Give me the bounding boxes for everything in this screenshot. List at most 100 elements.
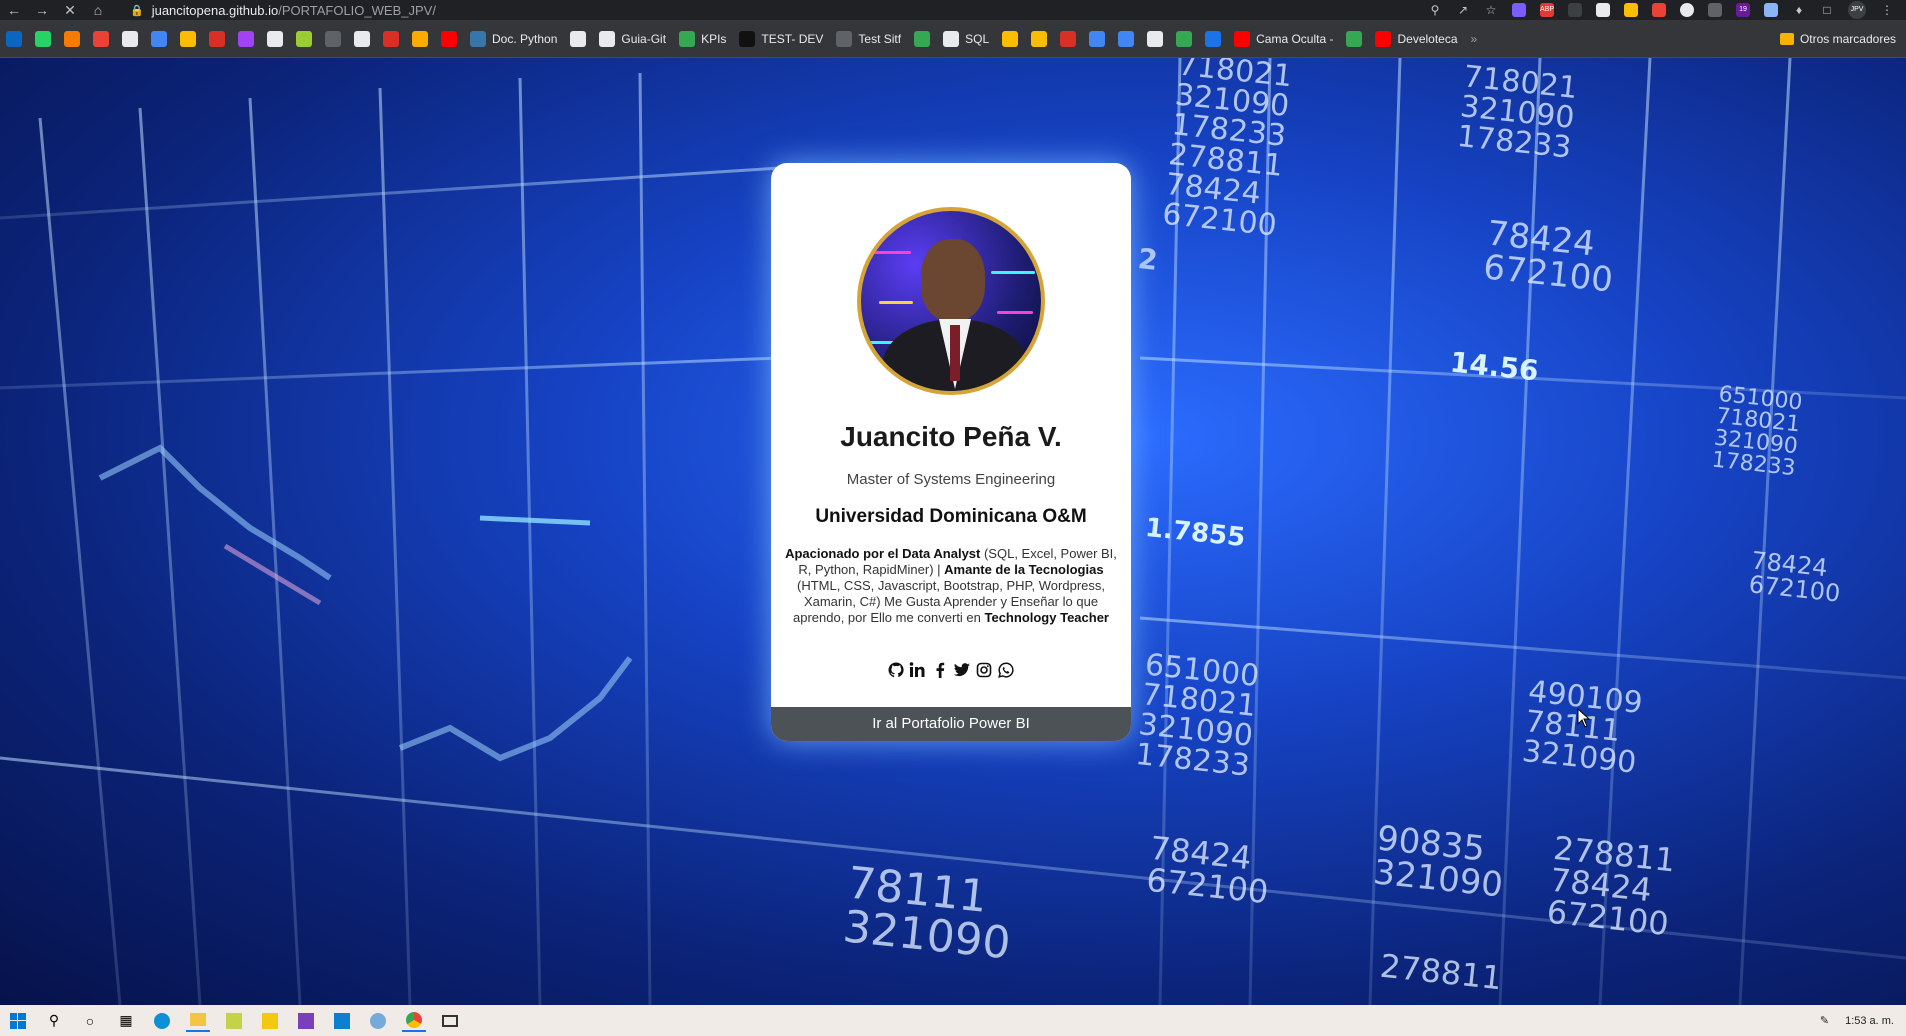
- bookmark-item[interactable]: [35, 30, 51, 47]
- bookmark-item[interactable]: [209, 30, 225, 47]
- url-host[interactable]: juancitopena.github.io: [152, 3, 279, 18]
- bookmark-item[interactable]: KPIs: [679, 30, 726, 47]
- menu-icon[interactable]: ⋮: [1880, 3, 1894, 17]
- bookmark-item[interactable]: [570, 30, 587, 47]
- bookmark-item[interactable]: [296, 30, 312, 47]
- extension-icon[interactable]: [1512, 3, 1526, 17]
- bookmarks-bar: Doc. Python Guia-Git KPIs TEST- DEV Test Sit…: [0, 20, 1906, 58]
- bookmark-favicon-icon: [570, 30, 587, 47]
- home-icon[interactable]: ⌂: [90, 2, 106, 18]
- browser-toolbar: ← → ✕ ⌂ 🔒 juancitopena.github.io/PORTAFO…: [0, 0, 1906, 20]
- app-icon[interactable]: [222, 1010, 246, 1032]
- stop-loading-icon[interactable]: ✕: [62, 2, 78, 19]
- bookmark-item[interactable]: [64, 30, 80, 47]
- facebook-icon[interactable]: [931, 661, 949, 679]
- bookmark-favicon-icon: [383, 30, 399, 47]
- bookmark-favicon-icon: [64, 30, 80, 47]
- powerbi-icon[interactable]: [258, 1010, 282, 1032]
- pen-icon[interactable]: ✎: [1820, 1014, 1829, 1027]
- file-explorer-icon[interactable]: [186, 1010, 210, 1032]
- star-icon[interactable]: ☆: [1484, 3, 1498, 17]
- bookmark-label: Develoteca: [1397, 31, 1458, 46]
- visual-studio-icon[interactable]: [294, 1010, 318, 1032]
- bookmark-item[interactable]: [914, 30, 931, 47]
- puzzle-icon[interactable]: ♦: [1792, 3, 1806, 17]
- remote-desktop-icon[interactable]: [438, 1010, 462, 1032]
- extension-icon[interactable]: [1708, 3, 1722, 17]
- bookmark-item[interactable]: [412, 30, 428, 47]
- bookmark-item[interactable]: [1147, 30, 1164, 47]
- bookmark-item[interactable]: [1205, 30, 1222, 47]
- bookmark-item[interactable]: TEST- DEV: [739, 30, 823, 47]
- bookmark-item[interactable]: [441, 30, 457, 47]
- bookmark-favicon-icon: [1118, 30, 1135, 47]
- bookmark-item[interactable]: [1060, 30, 1077, 47]
- other-bookmarks-folder[interactable]: Otros marcadores: [1779, 31, 1906, 46]
- bookmark-item[interactable]: Develoteca: [1375, 30, 1458, 47]
- bookmark-favicon-icon: [836, 30, 853, 47]
- extension-icon[interactable]: [1596, 3, 1610, 17]
- bookmark-item[interactable]: Guia-Git: [599, 30, 667, 47]
- url-path[interactable]: /PORTAFOLIO_WEB_JPV/: [278, 3, 436, 18]
- bookmark-item[interactable]: [122, 30, 138, 47]
- github-icon[interactable]: [887, 661, 905, 679]
- adblock-icon[interactable]: ABP: [1540, 3, 1554, 17]
- bookmark-item[interactable]: [151, 30, 167, 47]
- task-view-icon[interactable]: ▦: [114, 1010, 138, 1032]
- back-icon[interactable]: ←: [6, 2, 22, 18]
- rstudio-icon[interactable]: [366, 1010, 390, 1032]
- bookmark-item[interactable]: [383, 30, 399, 47]
- bookmark-label: Guia-Git: [621, 31, 667, 46]
- bookmark-item[interactable]: Cama Oculta -: [1234, 30, 1333, 47]
- bookmark-favicon-icon: [1060, 30, 1077, 47]
- bookmark-label: Test Sitf: [858, 31, 902, 46]
- bookmark-item[interactable]: SQL: [943, 30, 989, 47]
- extension-icon[interactable]: [1652, 3, 1666, 17]
- extension-icon[interactable]: [1624, 3, 1638, 17]
- lock-icon[interactable]: 🔒: [130, 4, 144, 17]
- vscode-icon[interactable]: [330, 1010, 354, 1032]
- bookmark-item[interactable]: [1089, 30, 1106, 47]
- bookmark-item[interactable]: [1346, 30, 1363, 47]
- extension-icon[interactable]: [1568, 3, 1582, 17]
- bookmark-favicon-icon: [441, 30, 457, 47]
- extension-icon[interactable]: [1680, 3, 1694, 17]
- bookmark-item[interactable]: [1176, 30, 1193, 47]
- profile-avatar[interactable]: JPV: [1848, 1, 1866, 19]
- extension-badge-icon[interactable]: 19: [1736, 3, 1750, 17]
- search-icon[interactable]: ⚲: [42, 1010, 66, 1032]
- link-icon[interactable]: [1764, 3, 1778, 17]
- background-number: 78424 672100: [1747, 546, 1842, 608]
- portfolio-powerbi-button[interactable]: Ir al Portafolio Power BI: [771, 707, 1131, 741]
- more-bookmarks-icon[interactable]: »: [1471, 32, 1478, 46]
- windows-start-icon[interactable]: [6, 1010, 30, 1032]
- bookmark-item[interactable]: [93, 30, 109, 47]
- bookmark-item[interactable]: [1002, 30, 1019, 47]
- bookmark-item[interactable]: [1031, 30, 1048, 47]
- other-bookmarks-label: Otros marcadores: [1799, 31, 1896, 46]
- bookmarks-list: Doc. Python Guia-Git KPIs TEST- DEV Test Sit…: [6, 30, 1471, 47]
- bookmark-item[interactable]: [354, 30, 370, 47]
- share-icon[interactable]: ↗: [1456, 3, 1470, 17]
- chrome-icon[interactable]: [402, 1010, 426, 1032]
- bookmark-item[interactable]: [238, 30, 254, 47]
- sidepanel-icon[interactable]: □: [1820, 3, 1834, 17]
- twitter-icon[interactable]: [953, 661, 971, 679]
- clock[interactable]: 1:53 a. m.: [1845, 1015, 1894, 1027]
- bookmark-item[interactable]: [325, 30, 341, 47]
- bookmark-item[interactable]: [6, 30, 22, 47]
- background-number: 90835 321090: [1371, 818, 1505, 906]
- linkedin-icon[interactable]: [909, 661, 927, 679]
- bookmark-label: Doc. Python: [492, 31, 558, 46]
- zoom-icon[interactable]: ⚲: [1428, 3, 1442, 17]
- whatsapp-icon[interactable]: [997, 661, 1015, 679]
- bookmark-item[interactable]: [267, 30, 283, 47]
- edge-icon[interactable]: [150, 1010, 174, 1032]
- forward-icon[interactable]: →: [34, 2, 50, 18]
- bookmark-item[interactable]: [180, 30, 196, 47]
- bookmark-item[interactable]: Doc. Python: [470, 30, 558, 47]
- cortana-icon[interactable]: ○: [78, 1010, 102, 1032]
- instagram-icon[interactable]: [975, 661, 993, 679]
- bookmark-item[interactable]: [1118, 30, 1135, 47]
- bookmark-item[interactable]: Test Sitf: [836, 30, 902, 47]
